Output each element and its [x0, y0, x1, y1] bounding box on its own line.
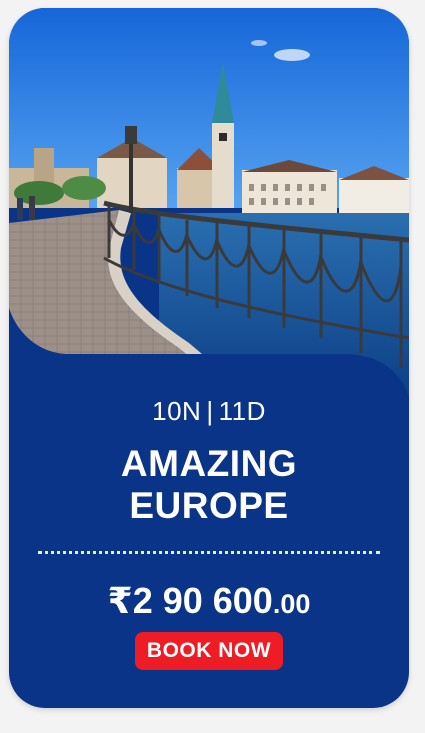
duration-separator: | [206, 396, 214, 426]
rupee-symbol: ₹ [107, 580, 133, 621]
package-title-line1: AMAZING [120, 443, 298, 484]
days-count: 11D [218, 396, 266, 426]
package-title: AMAZING EUROPE [9, 443, 409, 527]
nights-count: 10N [152, 396, 202, 426]
trip-duration: 10N | 11D [9, 396, 409, 427]
dotted-divider [38, 551, 380, 554]
package-card[interactable]: 10N | 11D AMAZING EUROPE ₹2 90 600.00 BOOK… [9, 8, 409, 708]
destination-photo [9, 8, 409, 398]
package-price: ₹2 90 600.00 [9, 580, 409, 622]
price-amount: 2 90 600 [132, 580, 273, 621]
package-title-line2: EUROPE [129, 485, 289, 526]
price-decimal: .00 [272, 589, 311, 619]
package-details: 10N | 11D AMAZING EUROPE ₹2 90 600.00 BOOK… [9, 390, 409, 670]
book-now-button[interactable]: BOOK NOW [134, 632, 284, 670]
